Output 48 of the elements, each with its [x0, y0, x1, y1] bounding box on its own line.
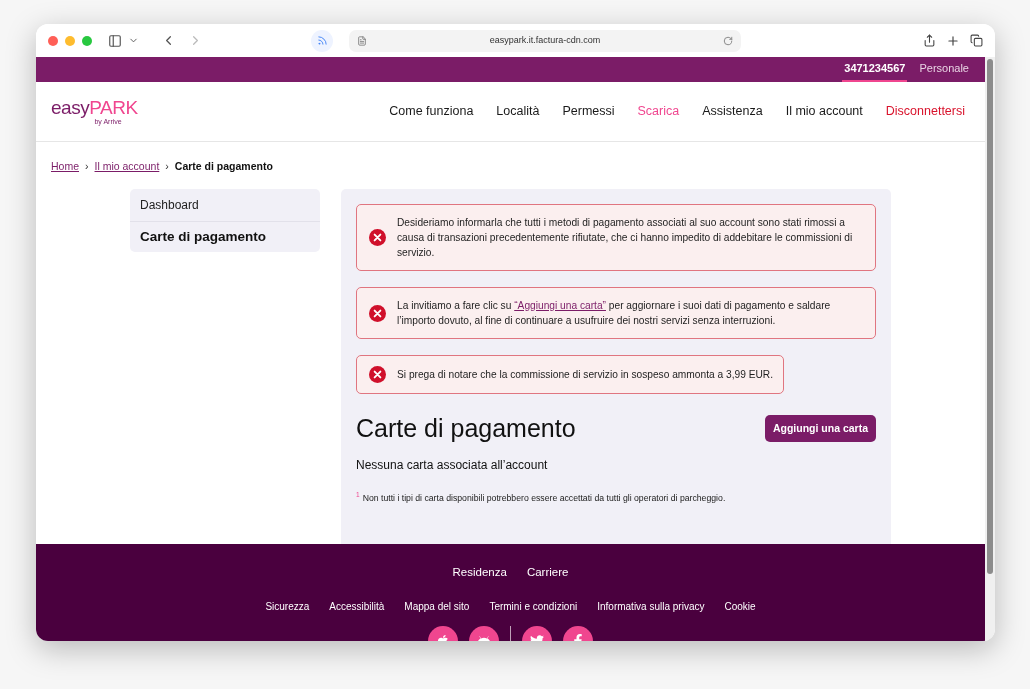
empty-state-text: Nessuna carta associata all’account [356, 456, 549, 474]
footnote: $^{1}$ Non tutti i tipi di carta disponibili potrebbero essere accettati da tutti gli operatori di parcheggio. [356, 491, 727, 505]
account-tab[interactable]: 3471234567 [842, 57, 908, 82]
add-card-link[interactable]: “Aggiungi una carta” [514, 300, 606, 311]
alert-text: Desideriamo informarla che tutti i metodi di pagamento associati al suo account sono stati rimossi a causa di transazioni precedentemente rifiutate, che ci hanno impedito di addebitare le commissioni di servizio. [397, 216, 854, 260]
breadcrumb-separator: › [85, 159, 89, 175]
scrollbar[interactable] [985, 57, 995, 641]
nav-link[interactable]: Il mio account [785, 102, 863, 121]
url-text: easypark.it.factura-cdn.com [488, 33, 602, 47]
new-tab-icon[interactable] [946, 33, 960, 48]
alert-text: Si prega di notare che la commissione di servizio in sospeso ammonta a 3,99 EUR. [397, 368, 773, 382]
footer-link[interactable]: Accessibilità [329, 599, 385, 615]
address-bar[interactable]: easypark.it.factura-cdn.com [349, 29, 741, 52]
nav-link[interactable]: Come funziona [389, 102, 474, 121]
feed-icon[interactable] [311, 29, 333, 52]
footer-link[interactable]: Cookie [724, 599, 756, 615]
footer-link[interactable]: Residenza [452, 564, 507, 582]
sidebar-item[interactable]: Dashboard [130, 189, 320, 221]
close-window-button[interactable] [48, 35, 58, 46]
footer-link[interactable]: Sicurezza [265, 599, 310, 615]
minimize-window-button[interactable] [65, 35, 75, 46]
breadcrumb-link[interactable]: Home [51, 159, 79, 175]
alert-text: La invitiamo a fare clic su “Aggiungi una carta” per aggiornare i suoi dati di pagamento e saldare l’importo dovuto, al fine di continuare a usufruire dei nostri servizi senza interruzioni. [397, 299, 832, 328]
nav-link[interactable]: Disconnettersi [885, 102, 965, 121]
sidebar-item[interactable]: Carte di pagamento [130, 221, 320, 252]
footer-link[interactable]: Carriere [526, 564, 569, 582]
account-tab[interactable]: Personale [917, 57, 971, 82]
error-icon [369, 304, 386, 322]
zoom-window-button[interactable] [82, 35, 92, 46]
footer-link[interactable]: Informativa sulla privacy [597, 599, 705, 615]
error-icon [369, 229, 386, 246]
nav-link[interactable]: Località [496, 102, 540, 121]
reload-icon[interactable] [723, 35, 733, 46]
footer-link[interactable]: Termini e condizioni [489, 599, 578, 615]
nav-link[interactable]: Assistenza [702, 102, 763, 121]
breadcrumb-current: Carte di pagamento [174, 159, 273, 175]
footer-link[interactable]: Mappa del sito [404, 599, 470, 615]
sidebar-icon[interactable] [108, 33, 122, 48]
tabs-icon[interactable] [970, 34, 983, 47]
error-icon [369, 366, 386, 383]
page-heading: Carte di pagamento [356, 413, 576, 444]
nav-link[interactable]: Scarica [637, 102, 680, 121]
share-icon[interactable] [923, 34, 936, 47]
page-icon [357, 35, 367, 46]
breadcrumb-link[interactable]: Il mio account [94, 159, 160, 175]
add-card-button[interactable]: Aggiungi una carta [764, 415, 876, 443]
breadcrumb-separator: › [165, 159, 169, 175]
nav-link[interactable]: Permessi [562, 102, 615, 121]
